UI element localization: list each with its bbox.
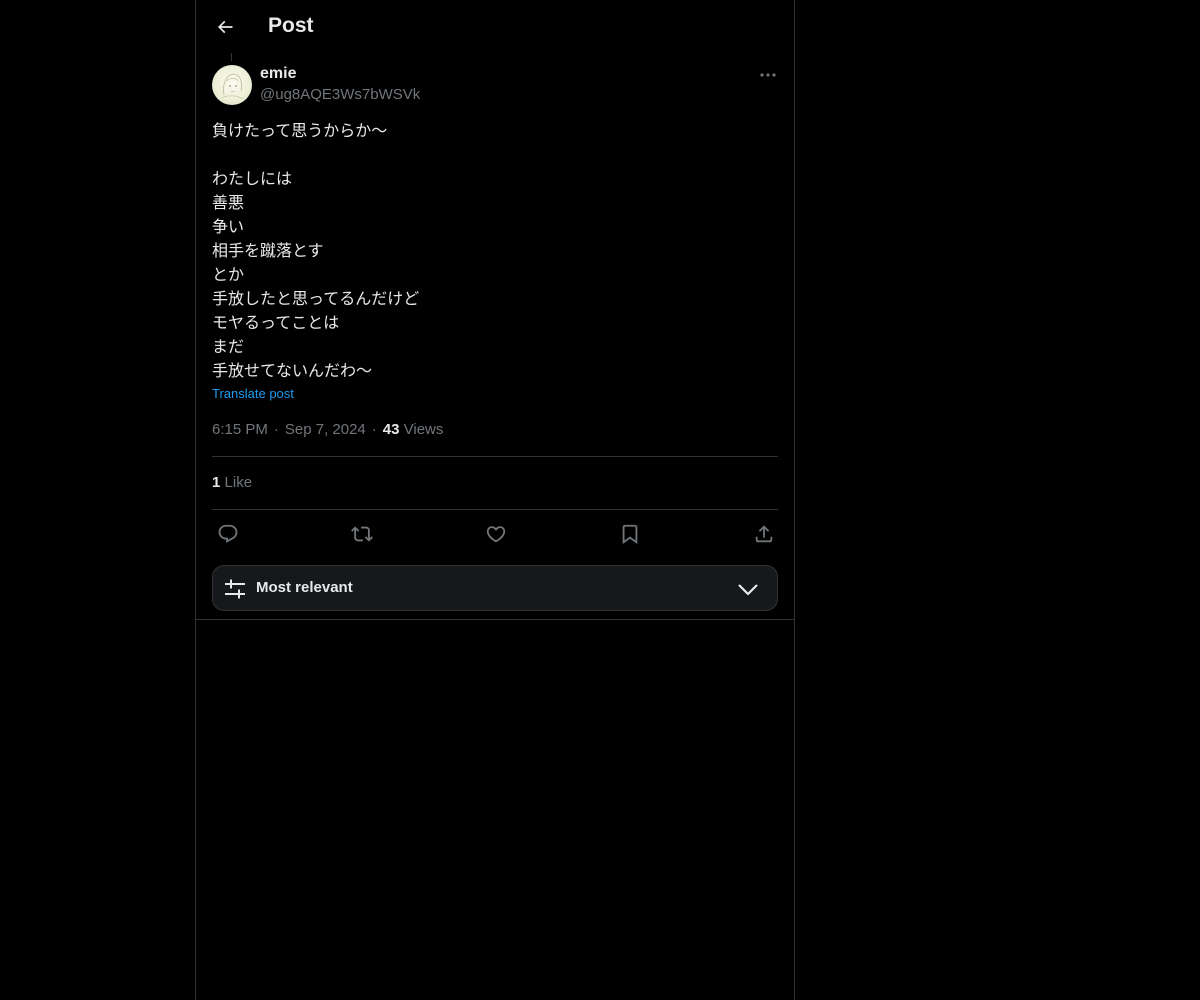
repost-icon [351, 526, 373, 542]
post-metadata: 6:15 PM · Sep 7, 2024 · 43 Views [212, 421, 443, 438]
share-button[interactable] [751, 521, 777, 547]
post-line [212, 143, 772, 167]
likes-count: 1 [212, 474, 221, 491]
meta-separator: · [273, 421, 279, 438]
post-line: 善悪 [212, 193, 245, 212]
bookmark-icon [622, 524, 638, 545]
post-time[interactable]: 6:15 PM [212, 421, 268, 438]
post-line: わたしには [212, 169, 293, 188]
reply-sort-dropdown[interactable]: Most relevant [212, 565, 778, 611]
likes-summary[interactable]: 1 Like [212, 474, 252, 491]
meta-separator: · [371, 421, 377, 438]
post-line: モヤるってことは [212, 313, 340, 332]
views-label: Views [403, 421, 444, 438]
post-line: 相手を蹴落とす [212, 241, 324, 260]
share-icon [755, 525, 773, 543]
divider [212, 509, 778, 510]
post-line: とか [212, 265, 245, 284]
post-date[interactable]: Sep 7, 2024 [285, 421, 366, 438]
reply-button[interactable] [215, 521, 241, 547]
like-button[interactable] [483, 521, 509, 547]
post-body: 負けたって思うからか〜 わたしには 善悪 争い 相手を蹴落とす とか 手放したと… [212, 119, 772, 383]
avatar-illustration [221, 73, 244, 100]
more-options-button[interactable] [756, 64, 780, 86]
views-count: 43 [382, 421, 400, 438]
post-line: 手放せてないんだわ〜 [212, 361, 373, 380]
thread-connector-line [231, 53, 232, 61]
section-divider [196, 619, 794, 620]
likes-label: Like [224, 474, 253, 491]
post-line: まだ [212, 337, 245, 356]
page-header: Post [196, 0, 794, 53]
bookmark-button[interactable] [617, 521, 643, 547]
sliders-icon [225, 579, 245, 599]
heart-icon [486, 526, 506, 543]
post-line: 争い [212, 217, 245, 236]
repost-button[interactable] [349, 521, 375, 547]
more-dots-icon [760, 73, 776, 77]
page-title: Post [268, 14, 314, 37]
post-line: 手放したと思ってるんだけど [212, 289, 420, 308]
main-column: Post emie @ug8AQE3Ws7bWSVk 負けたって思うからか〜 わ… [195, 0, 795, 1000]
back-button[interactable] [208, 10, 242, 44]
arrow-left-icon [217, 20, 233, 34]
divider [212, 456, 778, 457]
post-line: 負けたって思うからか〜 [212, 121, 388, 140]
translate-post-link[interactable]: Translate post [212, 386, 294, 401]
chevron-down-icon [738, 584, 758, 596]
author-handle[interactable]: @ug8AQE3Ws7bWSVk [260, 86, 420, 103]
reply-icon [218, 524, 238, 543]
avatar[interactable] [212, 65, 252, 105]
author-display-name[interactable]: emie [260, 65, 296, 83]
sort-selected-value: Most relevant [256, 579, 353, 596]
